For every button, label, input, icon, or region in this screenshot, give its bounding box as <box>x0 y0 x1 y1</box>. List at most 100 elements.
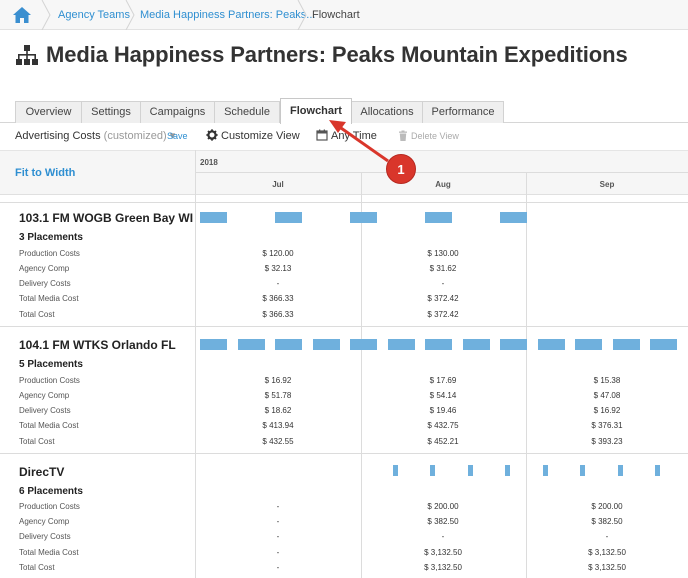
cost-value: $ 51.78 <box>264 391 292 400</box>
trash-icon <box>399 130 407 141</box>
breadcrumb-agency-teams[interactable]: Agency Teams <box>58 0 130 30</box>
flight-bar[interactable] <box>425 212 452 223</box>
month-label-sep: Sep <box>599 180 615 189</box>
cost-value: - <box>276 563 280 572</box>
flight-bar[interactable] <box>313 339 340 350</box>
view-selector[interactable]: Advertising Costs (customized) ▾ <box>15 129 175 143</box>
cost-value: $ 366.33 <box>262 294 294 303</box>
row-label-agency-comp: Agency Comp <box>19 391 70 400</box>
flight-bar[interactable] <box>613 339 640 350</box>
market-name: DirecTV <box>19 465 65 479</box>
row-label-production-costs: Production Costs <box>19 249 80 258</box>
row-label-delivery-costs: Delivery Costs <box>19 279 71 288</box>
cost-value: $ 382.50 <box>427 517 459 526</box>
annotation-badge: 1 <box>386 154 416 184</box>
column-divider <box>526 172 527 578</box>
flight-bar[interactable] <box>275 212 302 223</box>
cost-value: $ 16.92 <box>264 376 292 385</box>
column-divider <box>195 150 196 578</box>
row-label-production-costs: Production Costs <box>19 376 80 385</box>
row-label-agency-comp: Agency Comp <box>19 517 70 526</box>
month-label-jul: Jul <box>272 180 284 189</box>
row-label-total-media-cost: Total Media Cost <box>19 421 79 430</box>
cost-value: $ 31.62 <box>429 264 457 273</box>
flight-bar[interactable] <box>200 212 227 223</box>
flight-bar[interactable] <box>238 339 265 350</box>
row-divider <box>0 202 688 203</box>
breadcrumb-campaign[interactable]: Media Happiness Partners: Peaks... <box>140 0 315 30</box>
row-label-agency-comp: Agency Comp <box>19 264 70 273</box>
cost-value: - <box>276 517 280 526</box>
calendar-icon <box>316 129 328 141</box>
cost-value: - <box>276 279 280 288</box>
flight-bar[interactable] <box>500 212 527 223</box>
flight-bar[interactable] <box>393 465 398 476</box>
breadcrumb: Agency Teams Media Happiness Partners: P… <box>0 0 688 30</box>
flight-bar[interactable] <box>650 339 677 350</box>
flight-bar[interactable] <box>468 465 473 476</box>
cost-value: - <box>605 532 609 541</box>
flight-bar[interactable] <box>618 465 623 476</box>
cost-value: $ 32.13 <box>264 264 292 273</box>
placements-count: 5 Placements <box>19 359 83 370</box>
flight-bar[interactable] <box>430 465 435 476</box>
flight-bar[interactable] <box>500 339 527 350</box>
breadcrumb-current: Flowchart <box>312 9 360 21</box>
flight-bar[interactable] <box>505 465 510 476</box>
flight-bar[interactable] <box>575 339 602 350</box>
time-range-selector[interactable]: Any Time <box>331 129 377 143</box>
cost-value: $ 452.21 <box>427 437 459 446</box>
cost-value: - <box>276 548 280 557</box>
flight-bar[interactable] <box>655 465 660 476</box>
gear-icon <box>206 129 218 141</box>
cost-value: $ 120.00 <box>262 249 294 258</box>
cost-value: $ 3,132.50 <box>588 563 626 572</box>
tab-allocations[interactable]: Allocations <box>351 101 423 123</box>
tab-flowchart[interactable]: Flowchart <box>280 98 352 124</box>
cost-value: $ 19.46 <box>429 406 457 415</box>
flight-bar[interactable] <box>350 339 377 350</box>
save-view-link[interactable]: Save <box>167 129 188 143</box>
tab-settings[interactable]: Settings <box>81 101 141 123</box>
cost-value: $ 3,132.50 <box>588 548 626 557</box>
header-divider <box>195 172 688 173</box>
cost-value: $ 47.08 <box>593 391 621 400</box>
home-icon[interactable] <box>12 6 32 24</box>
breadcrumb-separator-icon <box>125 0 135 30</box>
view-name: Advertising Costs <box>15 130 101 142</box>
row-label-total-cost: Total Cost <box>19 563 55 572</box>
tab-schedule[interactable]: Schedule <box>214 101 280 123</box>
tab-performance[interactable]: Performance <box>422 101 504 123</box>
placements-count: 3 Placements <box>19 232 83 243</box>
cost-value: - <box>441 532 445 541</box>
cost-value: $ 366.33 <box>262 310 294 319</box>
flight-bar[interactable] <box>463 339 490 350</box>
flight-bar[interactable] <box>543 465 548 476</box>
tab-overview[interactable]: Overview <box>15 101 82 123</box>
year-label: 2018 <box>200 158 218 167</box>
row-divider <box>0 326 688 327</box>
flight-bar[interactable] <box>350 212 377 223</box>
cost-value: $ 376.31 <box>591 421 623 430</box>
fit-to-width-link[interactable]: Fit to Width <box>15 167 75 179</box>
flight-bar[interactable] <box>275 339 302 350</box>
month-label-aug: Aug <box>435 180 451 189</box>
flight-bar[interactable] <box>538 339 565 350</box>
row-label-total-cost: Total Cost <box>19 310 55 319</box>
cost-value: $ 382.50 <box>591 517 623 526</box>
cost-value: - <box>441 279 445 288</box>
flight-bar[interactable] <box>580 465 585 476</box>
cost-value: $ 130.00 <box>427 249 459 258</box>
row-label-delivery-costs: Delivery Costs <box>19 406 71 415</box>
page-title: Media Happiness Partners: Peaks Mountain… <box>46 42 628 67</box>
flight-bar[interactable] <box>388 339 415 350</box>
flight-bar[interactable] <box>200 339 227 350</box>
breadcrumb-separator-icon <box>41 0 51 30</box>
delete-view-button[interactable]: Delete View <box>411 129 459 143</box>
customize-view-button[interactable]: Customize View <box>221 129 300 143</box>
row-label-delivery-costs: Delivery Costs <box>19 532 71 541</box>
flight-bar[interactable] <box>425 339 452 350</box>
sitemap-icon <box>16 45 38 65</box>
cost-value: $ 432.55 <box>262 437 294 446</box>
tab-campaigns[interactable]: Campaigns <box>140 101 215 123</box>
